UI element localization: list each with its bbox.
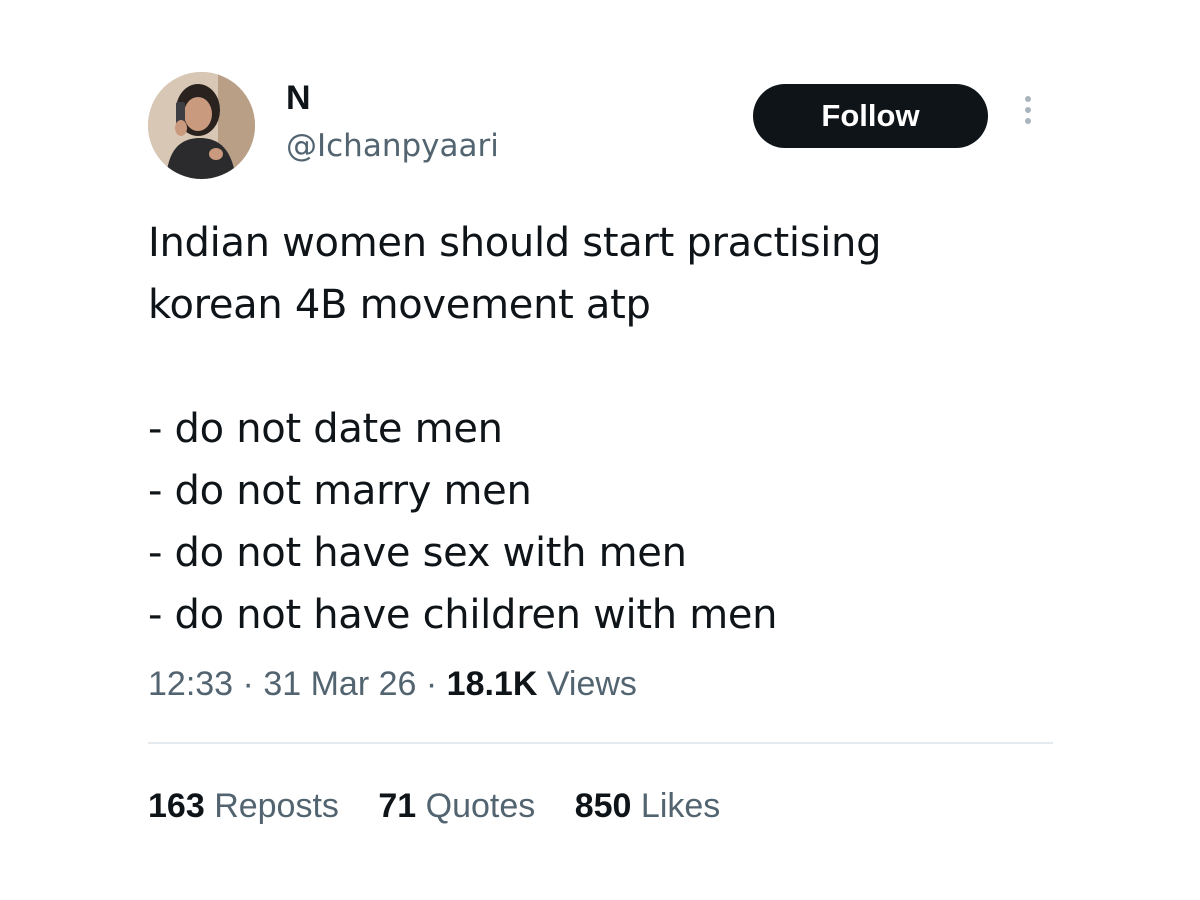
likes-stat[interactable]: 850 Likes	[575, 784, 721, 828]
tweet-date[interactable]: 31 Mar 26	[263, 665, 416, 703]
quotes-label: Quotes	[425, 787, 536, 825]
quotes-count: 71	[378, 787, 417, 825]
tweet-meta: 12:33 · 31 Mar 26 · 18.1K Views	[148, 662, 637, 706]
views-label: Views	[546, 665, 637, 703]
tweet-line: - do not date men	[148, 406, 503, 452]
tweet-line: korean 4B movement atp	[148, 282, 651, 328]
divider	[148, 742, 1053, 744]
likes-count: 850	[574, 787, 632, 825]
reposts-stat[interactable]: 163 Reposts	[148, 784, 339, 828]
likes-label: Likes	[640, 787, 721, 825]
reposts-count: 163	[148, 787, 205, 825]
tweet-time[interactable]: 12:33	[148, 665, 233, 703]
tweet-line: Indian women should start practising	[148, 220, 882, 266]
more-vertical-icon[interactable]	[1018, 96, 1038, 136]
tweet-line: - do not have children with men	[148, 592, 778, 638]
reposts-label: Reposts	[214, 787, 339, 825]
tweet-line: - do not have sex with men	[148, 530, 687, 576]
quotes-stat[interactable]: 71 Quotes	[378, 784, 535, 828]
meta-separator: ·	[242, 665, 254, 703]
tweet-text: Indian women should start practising kor…	[148, 212, 882, 646]
author-names: N @Ichanpyaari	[286, 78, 499, 168]
engagement-stats: 163 Reposts 71 Quotes 850 Likes	[148, 784, 750, 828]
tweet-header: N @Ichanpyaari Follow	[148, 72, 1053, 184]
meta-separator: ·	[425, 665, 438, 703]
user-handle[interactable]: @Ichanpyaari	[286, 124, 499, 168]
views-count: 18.1K	[446, 665, 538, 703]
tweet-card: N @Ichanpyaari Follow Indian women shoul…	[148, 72, 1053, 825]
follow-button[interactable]: Follow	[753, 84, 988, 148]
avatar[interactable]	[148, 72, 255, 179]
display-name[interactable]: N	[286, 78, 499, 118]
tweet-line: - do not marry men	[148, 468, 532, 514]
